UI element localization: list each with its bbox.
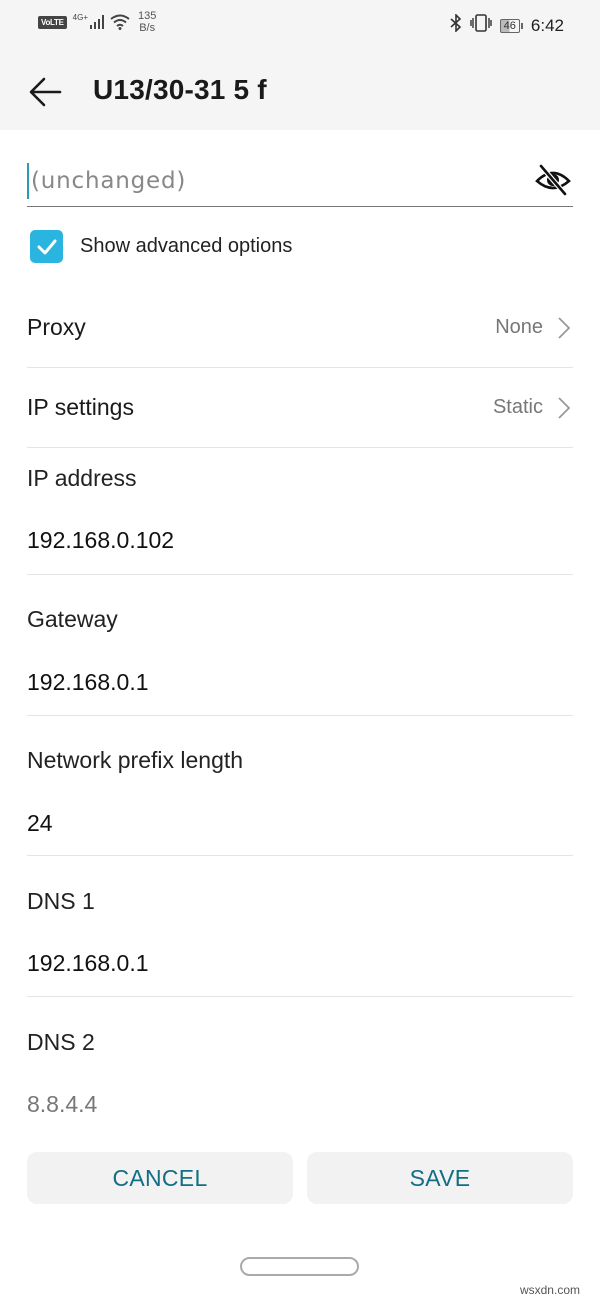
ip-address-label: IP address — [27, 465, 137, 491]
network-type-label: 4G+ — [72, 12, 88, 22]
watermark: wsxdn.com — [519, 1283, 580, 1297]
dns1-label: DNS 1 — [27, 888, 95, 914]
ip-address-input[interactable] — [27, 527, 527, 554]
chevron-right-icon — [558, 317, 571, 339]
home-gesture-handle[interactable] — [240, 1257, 359, 1276]
dns2-input[interactable] — [27, 1091, 527, 1118]
network-prefix-length-field: Network prefix length — [27, 716, 573, 856]
password-field — [27, 155, 573, 207]
network-prefix-length-label: Network prefix length — [27, 747, 244, 773]
show-advanced-options-label: Show advanced options — [80, 235, 293, 257]
page-title: U13/30-31 5 f — [93, 74, 267, 105]
dns1-input[interactable] — [27, 950, 527, 977]
dns2-label: DNS 2 — [27, 1029, 95, 1055]
volte-icon: VoLTE — [38, 15, 67, 29]
signal-icon — [90, 15, 104, 29]
back-button[interactable] — [26, 72, 66, 112]
eye-off-icon — [535, 164, 571, 196]
bluetooth-icon — [450, 13, 462, 37]
gateway-field: Gateway — [27, 575, 573, 716]
dns2-field: DNS 2 — [27, 997, 573, 1138]
proxy-label: Proxy — [27, 314, 86, 340]
save-button[interactable]: SAVE — [307, 1152, 573, 1204]
checkmark-icon — [37, 239, 56, 254]
toolbar: U13/30-31 5 f — [0, 50, 600, 130]
dns1-field: DNS 1 — [27, 856, 573, 997]
ip-address-field: IP address — [27, 448, 573, 575]
ip-settings-row[interactable]: IP settings Static — [27, 368, 573, 448]
status-right: 46 6:42 — [450, 13, 564, 37]
clock: 6:42 — [530, 15, 564, 35]
ip-settings-label: IP settings — [27, 394, 134, 420]
network-speed: 135 B/s — [138, 10, 156, 34]
toggle-password-visibility-button[interactable] — [533, 163, 573, 197]
chevron-right-icon — [558, 397, 571, 419]
gateway-input[interactable] — [27, 669, 527, 696]
status-bar: VoLTE 4G+ 135 B/s 46 6:42 — [0, 0, 600, 50]
status-left: VoLTE 4G+ 135 B/s — [38, 10, 156, 34]
arrow-left-icon — [29, 77, 62, 107]
show-advanced-options-checkbox[interactable] — [30, 230, 63, 263]
proxy-row[interactable]: Proxy None — [27, 288, 573, 368]
gateway-label: Gateway — [27, 606, 118, 632]
password-input[interactable] — [27, 163, 507, 199]
speed-unit: B/s — [139, 22, 156, 34]
battery-level: 46 — [499, 18, 520, 33]
cancel-button[interactable]: CANCEL — [27, 1152, 293, 1204]
show-advanced-options-checkbox-row[interactable]: Show advanced options — [30, 230, 292, 263]
vibrate-icon — [469, 14, 492, 37]
network-prefix-length-input[interactable] — [27, 810, 527, 837]
proxy-value: None — [495, 316, 543, 338]
ip-settings-value: Static — [492, 396, 543, 418]
wifi-icon — [110, 14, 130, 30]
speed-value: 135 — [138, 10, 157, 22]
battery-icon: 46 — [499, 18, 523, 33]
